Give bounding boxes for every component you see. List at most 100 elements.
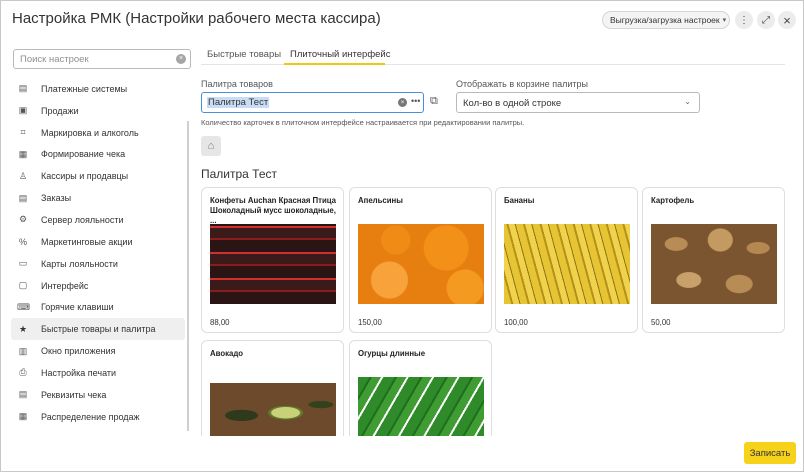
product-name: Картофель <box>651 196 695 205</box>
settings-window: Настройка РМК (Настройки рабочего места … <box>0 0 804 472</box>
palette-title: Палитра Тест <box>201 167 278 181</box>
tab-bar: Быстрые товары Плиточный интерфейс <box>201 45 785 65</box>
sidebar-item-receipt-details[interactable]: ▤ Реквизиты чека <box>11 384 185 406</box>
sidebar-item-label: Сервер лояльности <box>41 214 124 225</box>
product-card[interactable]: Бананы 100,00 <box>495 187 638 333</box>
sidebar-item-label: Окно приложения <box>41 346 116 357</box>
tab-quick-goods[interactable]: Быстрые товары <box>207 49 281 60</box>
more-vertical-icon[interactable]: ⋮ <box>735 11 753 29</box>
sales-icon: ▣ <box>18 105 28 116</box>
product-name: Конфеты Auchan Красная Птица Шоколадный … <box>210 196 336 225</box>
home-icon[interactable]: ⌂ <box>201 136 221 156</box>
payment-systems-icon: ▤ <box>18 83 28 94</box>
sidebar-item-label: Распределение продаж <box>41 411 140 422</box>
palette-input-value: Палитра Тест <box>207 97 270 108</box>
sidebar-item-app-window[interactable]: ▥ Окно приложения <box>11 340 185 362</box>
product-image <box>210 224 336 304</box>
sidebar-item-marking[interactable]: ⌗ Маркировка и алкоголь <box>11 122 185 144</box>
product-image <box>504 224 630 304</box>
sidebar-item-label: Карты лояльности <box>41 258 118 269</box>
sidebar-item-label: Заказы <box>41 193 72 204</box>
distribution-icon: ▦ <box>18 411 28 422</box>
expand-icon[interactable]: ⤢ <box>757 11 775 29</box>
product-name: Бананы <box>504 196 535 205</box>
display-mode-select[interactable]: Кол-во в одной строке ⌄ <box>456 92 700 113</box>
sidebar-item-label: Реквизиты чека <box>41 389 107 400</box>
sidebar-item-loyalty-cards[interactable]: ▭ Карты лояльности <box>11 253 185 275</box>
product-price: 100,00 <box>504 318 528 327</box>
export-import-button[interactable]: Выгрузка/загрузка настроек ▾ <box>602 11 730 29</box>
sidebar-item-label: Формирование чека <box>41 149 126 160</box>
sidebar-item-label: Маркировка и алкоголь <box>41 127 139 138</box>
sidebar-item-label: Горячие клавиши <box>41 302 114 313</box>
keyboard-icon: ⌨ <box>17 301 30 312</box>
settings-search-input[interactable]: Поиск настроек × <box>13 49 191 69</box>
clear-input-icon[interactable]: × <box>398 98 407 107</box>
product-image <box>358 224 484 304</box>
gear-icon: ⚙ <box>18 214 28 225</box>
more-horizontal-icon[interactable]: ••• <box>411 96 420 106</box>
title-bar: Настройка РМК (Настройки рабочего места … <box>1 1 803 37</box>
product-price: 88,00 <box>210 318 230 327</box>
save-button[interactable]: Записать <box>744 442 796 464</box>
product-card[interactable]: Авокадо <box>201 340 344 436</box>
sidebar-item-label: Настройка печати <box>41 367 117 378</box>
receipt-details-icon: ▤ <box>18 389 28 400</box>
product-card[interactable]: Картофель 50,00 <box>642 187 785 333</box>
tab-tile-interface[interactable]: Плиточный интерфейс <box>290 49 391 60</box>
sidebar-item-label: Интерфейс <box>41 280 89 291</box>
sidebar-item-payment-systems[interactable]: ▤ Платежные системы <box>11 78 185 100</box>
sidebar-nav: ▤ Платежные системы ▣ Продажи ⌗ Маркиров… <box>11 78 185 428</box>
window-icon: ▥ <box>18 345 28 356</box>
marking-icon: ⌗ <box>20 127 26 138</box>
product-image <box>358 377 484 436</box>
sidebar-item-sales-distribution[interactable]: ▦ Распределение продаж <box>11 406 185 428</box>
chevron-down-icon: ⌄ <box>684 97 691 106</box>
product-price: 150,00 <box>358 318 382 327</box>
sidebar-scrollbar[interactable] <box>187 121 189 431</box>
sidebar-item-receipt[interactable]: ▦ Формирование чека <box>11 144 185 166</box>
product-card[interactable]: Конфеты Auchan Красная Птица Шоколадный … <box>201 187 344 333</box>
sidebar-item-interface[interactable]: ▢ Интерфейс <box>11 275 185 297</box>
receipt-icon: ▦ <box>18 148 28 159</box>
sidebar-item-hotkeys[interactable]: ⌨ Горячие клавиши <box>11 296 185 318</box>
tile-count-hint: Количество карточек в плиточном интерфей… <box>201 118 525 127</box>
sidebar-item-cashiers[interactable]: ♙ Кассиры и продавцы <box>11 165 185 187</box>
printer-icon: ⎙ <box>19 367 27 378</box>
product-name: Огурцы длинные <box>358 349 426 358</box>
product-image <box>651 224 777 304</box>
product-card[interactable]: Апельсины 150,00 <box>349 187 492 333</box>
sidebar-item-label: Платежные системы <box>41 83 128 94</box>
product-name: Апельсины <box>358 196 403 205</box>
display-mode-value: Кол-во в одной строке <box>463 98 562 109</box>
clear-search-icon[interactable]: × <box>176 54 186 64</box>
sidebar-item-orders[interactable]: ▤ Заказы <box>11 187 185 209</box>
sidebar-item-label: Маркетинговые акции <box>41 236 133 247</box>
sidebar-item-marketing[interactable]: % Маркетинговые акции <box>11 231 185 253</box>
percent-icon: % <box>18 236 27 247</box>
product-card[interactable]: Огурцы длинные <box>349 340 492 436</box>
window-title: Настройка РМК (Настройки рабочего места … <box>12 10 381 27</box>
sidebar-item-label: Быстрые товары и палитра <box>41 324 156 335</box>
sidebar-item-sales[interactable]: ▣ Продажи <box>11 100 185 122</box>
star-icon: ★ <box>18 323 28 334</box>
search-placeholder: Поиск настроек <box>20 54 89 65</box>
chevron-down-icon: ▾ <box>722 17 727 24</box>
close-icon[interactable]: × <box>778 11 796 29</box>
cashiers-icon: ♙ <box>18 170 28 181</box>
interface-icon: ▢ <box>18 280 28 291</box>
palette-label: Палитра товаров <box>201 79 273 89</box>
sidebar-item-print[interactable]: ⎙ Настройка печати <box>11 362 185 384</box>
sidebar-item-quick-goods[interactable]: ★ Быстрые товары и палитра <box>11 318 185 341</box>
active-tab-indicator <box>284 63 385 65</box>
sidebar-item-label: Кассиры и продавцы <box>41 171 129 182</box>
sidebar-item-label: Продажи <box>41 105 79 116</box>
orders-icon: ▤ <box>18 192 28 203</box>
display-label: Отображать в корзине палитры <box>456 79 588 89</box>
product-image <box>210 383 336 436</box>
product-price: 50,00 <box>651 318 671 327</box>
sidebar-item-loyalty-server[interactable]: ⚙ Сервер лояльности <box>11 209 185 231</box>
open-form-icon[interactable]: ⧉ <box>430 95 444 109</box>
palette-input[interactable]: Палитра Тест × ••• <box>201 92 424 113</box>
export-import-label: Выгрузка/загрузка настроек <box>610 15 720 25</box>
